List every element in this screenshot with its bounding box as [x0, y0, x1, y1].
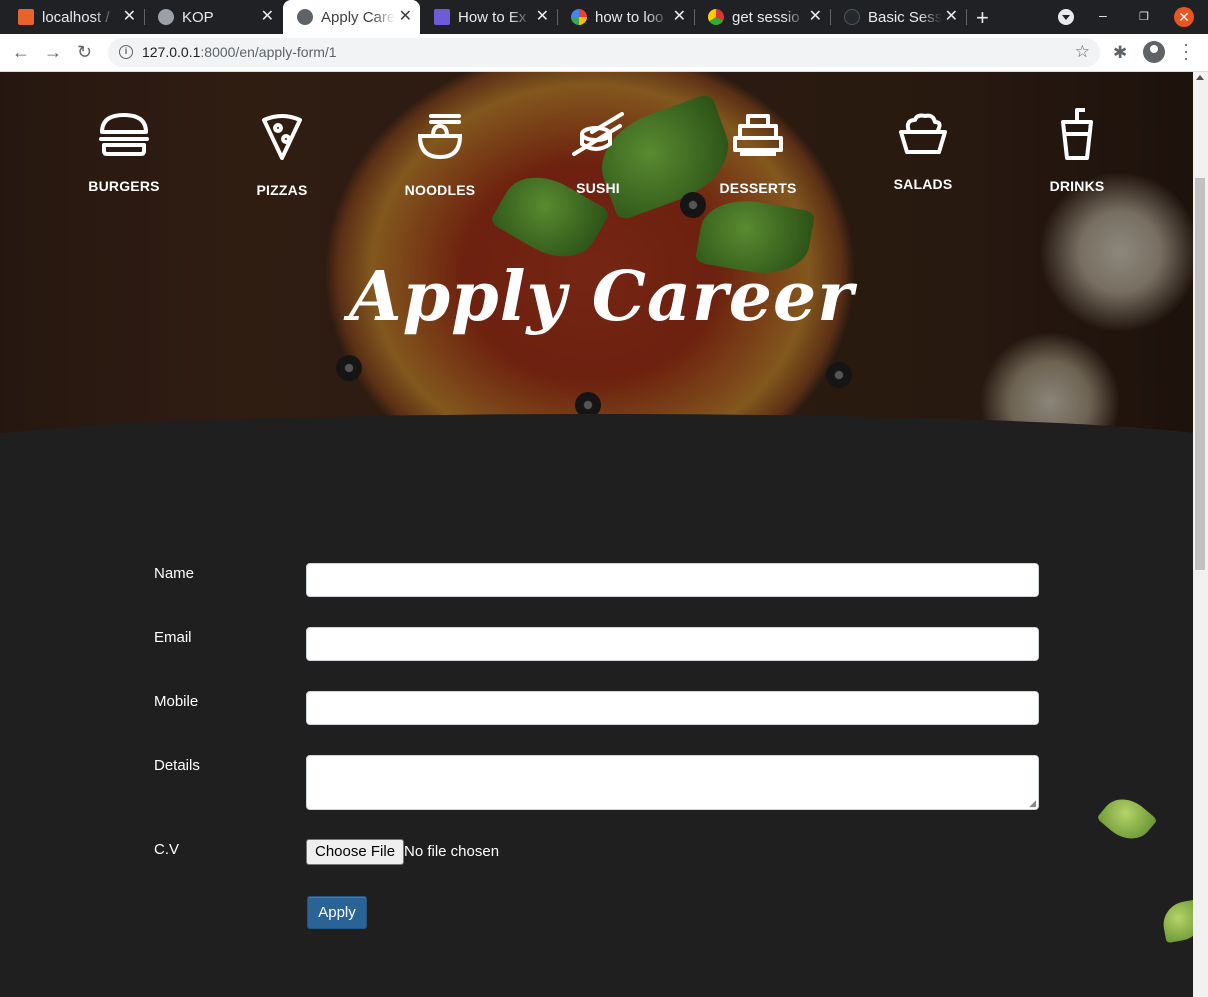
hero-banner: BURGERS PIZZAS NOODLES SUSHI DESSERTS SA… [0, 72, 1193, 452]
globe-favicon-icon [297, 9, 313, 25]
url-text: 127.0.0.1:8000/en/apply-form/1 [142, 44, 337, 60]
article-favicon-icon [434, 9, 450, 25]
noodles-icon [417, 114, 463, 160]
tab-apply-career[interactable]: Apply Care ✕ [283, 0, 420, 34]
file-status-text: No file chosen [404, 843, 500, 860]
cv-label: C.V [154, 841, 180, 858]
category-pizzas[interactable]: PIZZAS [212, 112, 352, 198]
cake-icon [733, 114, 783, 156]
tab-localhost[interactable]: localhost / ✕ [4, 0, 145, 34]
google-favicon-icon [571, 9, 587, 25]
url-host: 127.0.0.1 [142, 44, 201, 60]
tab-title: how to loo [595, 8, 664, 26]
extensions-puzzle-icon[interactable]: ✱ [1113, 43, 1127, 63]
browser-toolbar: ← → ↻ i 127.0.0.1:8000/en/apply-form/1 ☆ [0, 34, 1208, 72]
browser-menu-icon[interactable]: · · · [1183, 35, 1189, 67]
category-noodles[interactable]: NOODLES [370, 112, 510, 198]
email-input[interactable] [306, 627, 1039, 661]
tab-basic-sess[interactable]: Basic Sess ✕ [830, 0, 967, 34]
restore-icon[interactable]: ❐ [1139, 10, 1149, 23]
bookmark-star-icon[interactable]: ☆ [1075, 42, 1090, 62]
sushi-icon [572, 112, 624, 156]
window-close-icon[interactable]: ✕ [1174, 7, 1194, 27]
category-sushi[interactable]: SUSHI [528, 112, 668, 196]
category-label: PIZZAS [256, 182, 308, 198]
name-input[interactable] [306, 563, 1039, 597]
olive-decoration [336, 355, 362, 381]
browser-tab-strip: localhost / ✕ KOP ✕ Apply Care ✕ How to … [0, 0, 1208, 34]
tab-title: Basic Sess [868, 8, 942, 26]
tab-close-icon[interactable]: ✕ [123, 9, 136, 25]
tab-close-icon[interactable]: ✕ [673, 9, 686, 25]
tab-kop[interactable]: KOP ✕ [144, 0, 282, 34]
pizza-icon [262, 114, 302, 160]
category-label: SALADS [893, 176, 953, 192]
site-info-icon[interactable]: i [119, 45, 133, 59]
category-label: DESSERTS [719, 180, 797, 196]
basil-leaf-decoration [1096, 789, 1158, 849]
olive-decoration [826, 362, 852, 388]
burger-icon [99, 113, 149, 156]
tab-title: get sessio [732, 8, 800, 26]
scrollbar-thumb[interactable] [1195, 178, 1205, 570]
category-label: BURGERS [88, 178, 160, 194]
scroll-up-arrow-icon[interactable] [1196, 75, 1204, 80]
apply-button[interactable]: Apply [307, 896, 367, 929]
tab-search-icon[interactable] [1058, 9, 1074, 25]
tab-how-to-ex[interactable]: How to Ex ✕ [420, 0, 558, 34]
tab-title: Apply Care [321, 8, 395, 26]
tab-how-to-loo[interactable]: how to loo ✕ [557, 0, 695, 34]
hero-bottom-curve [0, 414, 1193, 452]
tab-title: localhost / [42, 8, 110, 26]
email-label: Email [154, 629, 192, 646]
minimize-icon[interactable]: – [1099, 7, 1107, 23]
details-textarea[interactable]: ◢ [306, 755, 1039, 810]
category-salads[interactable]: SALADS [853, 112, 993, 192]
tab-close-icon[interactable]: ✕ [399, 9, 412, 25]
category-label: SUSHI [576, 180, 620, 196]
forward-arrow-icon[interactable]: → [44, 42, 62, 63]
tab-get-sessio[interactable]: get sessio ✕ [694, 0, 831, 34]
spark-favicon-icon [708, 9, 724, 25]
tab-close-icon[interactable]: ✕ [261, 9, 274, 25]
resize-handle-icon[interactable]: ◢ [1029, 799, 1036, 808]
details-label: Details [154, 757, 200, 774]
drink-icon [1061, 108, 1093, 160]
address-bar[interactable]: i 127.0.0.1:8000/en/apply-form/1 ☆ [108, 38, 1100, 67]
category-label: DRINKS [1049, 178, 1105, 194]
tab-title: How to Ex [458, 8, 527, 26]
reload-icon[interactable]: ↻ [77, 42, 92, 63]
phpmyadmin-favicon-icon [18, 9, 34, 25]
mobile-label: Mobile [154, 693, 199, 710]
category-drinks[interactable]: DRINKS [1007, 108, 1147, 194]
tab-close-icon[interactable]: ✕ [809, 9, 822, 25]
globe-favicon-icon [158, 9, 174, 25]
tab-close-icon[interactable]: ✕ [945, 9, 958, 25]
mobile-input[interactable] [306, 691, 1039, 725]
basil-leaf-decoration [1160, 898, 1193, 944]
new-tab-plus-icon[interactable]: + [976, 5, 989, 31]
salad-icon [899, 113, 947, 154]
page-viewport: BURGERS PIZZAS NOODLES SUSHI DESSERTS SA… [0, 72, 1193, 997]
url-path: :8000/en/apply-form/1 [200, 44, 337, 60]
name-label: Name [154, 565, 195, 582]
page-title: Apply Career [348, 257, 855, 337]
category-label: NOODLES [404, 182, 476, 198]
tab-title: KOP [182, 8, 214, 26]
github-favicon-icon [844, 9, 860, 25]
choose-file-button[interactable]: Choose File [306, 839, 405, 865]
page-scrollbar[interactable] [1193, 72, 1208, 997]
back-arrow-icon[interactable]: ← [12, 42, 30, 63]
profile-avatar-icon[interactable] [1143, 41, 1165, 63]
category-desserts[interactable]: DESSERTS [688, 112, 828, 196]
category-burgers[interactable]: BURGERS [54, 112, 194, 194]
tab-close-icon[interactable]: ✕ [536, 9, 549, 25]
